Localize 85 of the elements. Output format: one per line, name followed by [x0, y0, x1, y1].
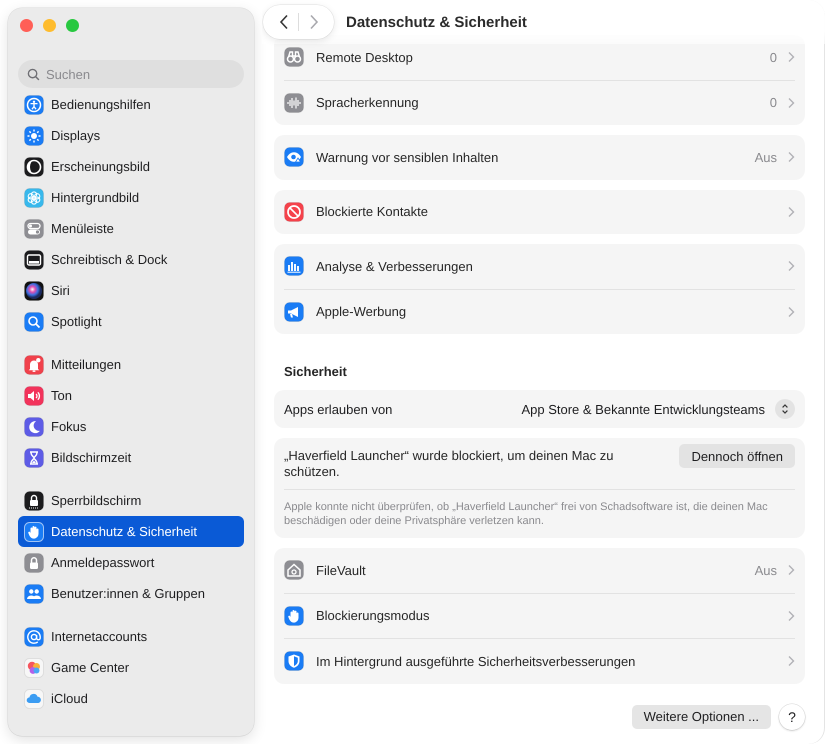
sidebar-item[interactable]: Bedienungshilfen: [18, 89, 244, 120]
chevron-icon[interactable]: [787, 96, 795, 109]
search-icon: [27, 68, 40, 80]
warning-note: Apple konnte nicht überprüfen, ob „Haverfield Launcher“ frei von Schadsoftware ist, die deinen Mac beschädigen oder deine Privatsphäre verletzen kann.: [284, 500, 769, 528]
chevron-icon[interactable]: [787, 51, 795, 64]
setting-value: Aus: [754, 562, 777, 578]
bar-chart-icon: [284, 256, 304, 276]
chevron-left-icon[interactable]: [278, 14, 288, 30]
setting-label[interactable]: Analyse & Verbesserungen: [316, 258, 777, 274]
blocked-message: „Haverfield Launcher“ wurde blockiert, um deinen Mac zu schützen.: [284, 447, 614, 480]
sidebar-item[interactable]: Game Center: [18, 652, 244, 683]
setting-label[interactable]: Blockierungsmodus: [316, 608, 777, 624]
sidebar-item[interactable]: Internetaccounts: [18, 621, 244, 652]
shield-icon: [284, 651, 304, 672]
sidebar-item[interactable]: Spotlight: [18, 306, 244, 337]
sidebar-item[interactable]: Mitteilungen: [18, 349, 244, 380]
speaker-icon: [24, 386, 44, 406]
moon-icon: [24, 416, 44, 436]
hand-icon: [24, 522, 44, 542]
contrast-icon: [24, 156, 44, 176]
setting-label[interactable]: FileVault: [316, 562, 743, 578]
chevron-icon[interactable]: [787, 260, 795, 272]
chevron-icon[interactable]: [787, 564, 795, 576]
sidebar-item[interactable]: Menüleiste: [18, 213, 244, 244]
minimize-button[interactable]: [43, 19, 56, 32]
hourglass-icon: [24, 448, 44, 468]
sidebar-item[interactable]: Erscheinungsbild: [18, 151, 244, 182]
eye-icon: [284, 147, 304, 168]
sidebar-item[interactable]: Fokus: [18, 411, 244, 442]
chevron-icon[interactable]: [787, 151, 795, 164]
hand-icon: [284, 606, 304, 626]
sun-icon: [24, 126, 44, 146]
more-options-button[interactable]: Weitere Optionen ...: [632, 704, 771, 728]
toggle-icon: [24, 218, 44, 238]
popup-button[interactable]: App Store & Bekannte Entwicklungsteams: [521, 399, 795, 419]
setting-value: Aus: [754, 150, 777, 165]
house-icon: [284, 560, 304, 580]
sidebar-item[interactable]: Schreibtisch & Dock: [18, 244, 244, 275]
at-sign-icon: [24, 626, 44, 646]
chevron-icon[interactable]: [787, 610, 795, 622]
lock-icon: [24, 552, 44, 572]
search-field[interactable]: Suchen: [18, 60, 244, 88]
bubbles-icon: [24, 658, 44, 678]
close-button[interactable]: [20, 19, 33, 32]
sidebar-item[interactable]: Hintergrundbild: [18, 182, 244, 213]
sidebar-item[interactable]: Benutzer:innen & Gruppen: [18, 578, 244, 609]
flower-icon: [24, 188, 44, 208]
chevron-icon[interactable]: [787, 306, 795, 318]
setting-value: 0: [770, 50, 777, 65]
setting-label[interactable]: Im Hintergrund ausgeführte Sicherheitsverbesserungen: [316, 654, 777, 669]
sidebar-item[interactable]: Siri: [18, 275, 244, 306]
lock-icon: [24, 490, 44, 510]
bell-icon: [24, 354, 44, 374]
sidebar-item[interactable]: Sperrbildschirm: [18, 485, 244, 516]
setting-value: 0: [770, 95, 777, 110]
zoom-button[interactable]: [66, 19, 79, 32]
accessibility-icon: [24, 94, 44, 114]
setting-label[interactable]: Spracherkennung: [316, 95, 758, 110]
page-title: Datenschutz & Sicherheit: [346, 14, 527, 30]
sidebar-item[interactable]: Datenschutz & Sicherheit: [18, 516, 244, 547]
setting-label[interactable]: Apple-Werbung: [316, 304, 777, 320]
search-icon: [24, 312, 44, 332]
search-input[interactable]: Suchen: [46, 66, 235, 82]
cloud-icon: [24, 688, 44, 708]
setting-label: Apps erlauben von: [284, 402, 394, 416]
orb-icon: [24, 280, 44, 300]
section-heading: Sicherheit: [284, 364, 347, 379]
setting-label[interactable]: Remote Desktop: [316, 50, 758, 65]
sidebar-item[interactable]: iCloud: [18, 683, 244, 714]
sidebar-item[interactable]: Anmeldepasswort: [18, 547, 244, 578]
chevron-icon[interactable]: [787, 206, 795, 218]
sidebar-item[interactable]: Bildschirmzeit: [18, 442, 244, 473]
sidebar-item[interactable]: Displays: [18, 120, 244, 151]
megaphone-icon: [284, 302, 304, 322]
no-entry-icon: [284, 202, 304, 222]
help-button[interactable]: ?: [779, 704, 805, 730]
setting-label[interactable]: Warnung vor sensiblen Inhalten: [316, 150, 743, 165]
dock-icon: [24, 250, 44, 270]
binoculars-icon: [284, 47, 304, 68]
waveform-icon: [284, 92, 304, 113]
chevron-icon[interactable]: [787, 655, 795, 668]
people-icon: [24, 584, 44, 604]
sidebar-item[interactable]: Ton: [18, 380, 244, 411]
up-down-chevron-icon[interactable]: [781, 403, 789, 415]
open-anyway-button[interactable]: Dennoch öffnen: [679, 444, 795, 468]
